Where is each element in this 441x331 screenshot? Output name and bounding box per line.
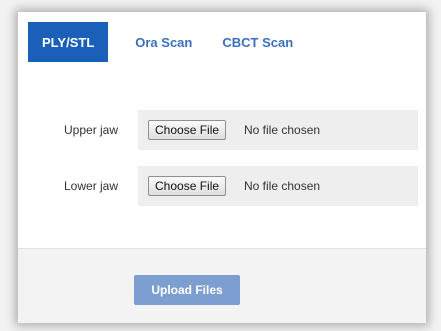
upper-jaw-file-field: Choose File No file chosen — [138, 110, 418, 150]
upper-jaw-row: Upper jaw Choose File No file chosen — [18, 110, 426, 150]
scan-type-tabs: PLY/STL Ora Scan CBCT Scan — [28, 22, 304, 62]
upper-jaw-label: Upper jaw — [64, 123, 119, 137]
lower-jaw-label: Lower jaw — [64, 179, 119, 193]
lower-jaw-row: Lower jaw Choose File No file chosen — [18, 166, 426, 206]
upload-files-button[interactable]: Upload Files — [134, 275, 240, 305]
upload-panel: PLY/STL Ora Scan CBCT Scan Upper jaw Cho… — [18, 12, 426, 323]
tab-ora-scan[interactable]: Ora Scan — [124, 22, 203, 62]
lower-jaw-file-status: No file chosen — [244, 179, 321, 193]
lower-jaw-file-field: Choose File No file chosen — [138, 166, 418, 206]
upper-jaw-file-status: No file chosen — [244, 123, 321, 137]
lower-jaw-choose-file-button[interactable]: Choose File — [148, 176, 227, 196]
tab-ply-stl[interactable]: PLY/STL — [28, 22, 109, 62]
upper-jaw-choose-file-button[interactable]: Choose File — [148, 120, 227, 140]
panel-footer: Upload Files — [18, 248, 426, 323]
tab-cbct-scan[interactable]: CBCT Scan — [211, 22, 304, 62]
